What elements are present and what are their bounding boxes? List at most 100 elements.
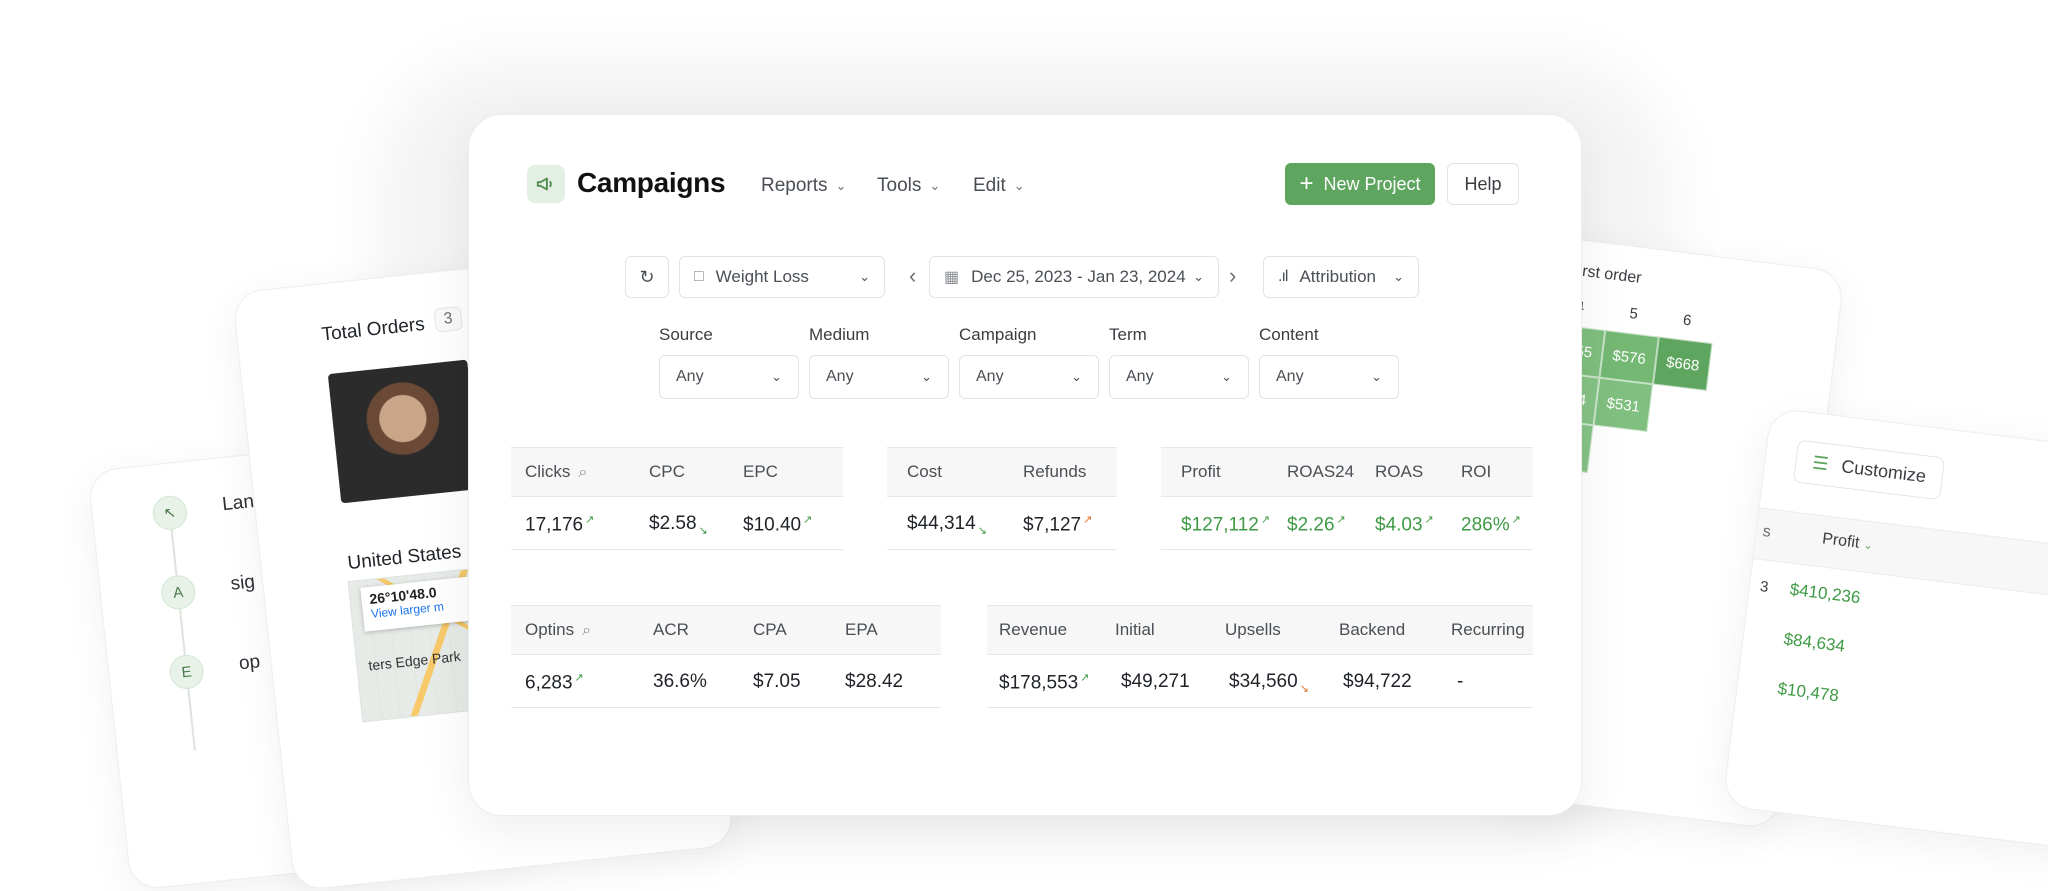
nav-label: Tools xyxy=(877,175,922,196)
profit-table-card: ☰ Customize s Profit ⌄ 3 $410,236 $84,63… xyxy=(1722,407,2048,855)
clicks-header[interactable]: Clicks ⌕ xyxy=(525,462,587,482)
columns-icon: ☰ xyxy=(1811,452,1830,475)
customer-photo xyxy=(327,359,481,504)
acr-value: 36.6% xyxy=(653,671,707,692)
campaign-select[interactable]: Any ⌄ xyxy=(959,355,1099,399)
next-range-button[interactable]: › xyxy=(1229,263,1236,289)
step-node-e: E xyxy=(167,653,206,691)
step-label: op xyxy=(237,651,262,675)
chevron-down-icon: ⌄ xyxy=(859,269,870,284)
profit-header: Profit xyxy=(1181,462,1221,481)
calendar-icon: □ xyxy=(694,268,704,285)
optin-metrics-group: Optins ⌕ ACR CPA EPA 6,283 ↗ 36.6% $7.05 $… xyxy=(511,605,941,708)
roas-value: $4.03 ↗ xyxy=(1375,514,1434,536)
chevron-down-icon: ⌄ xyxy=(771,369,782,384)
cost-value: $44,314 ↘ xyxy=(907,513,987,537)
refresh-button[interactable]: ↻ xyxy=(625,256,669,298)
nav-edit-menu[interactable]: Edit ⌄ xyxy=(973,175,1025,197)
project-select-value: Weight Loss xyxy=(715,267,809,286)
filter-value: Any xyxy=(676,368,704,385)
sort-chevron-icon: ⌄ xyxy=(1862,539,1874,553)
roas24-value: $2.26 ↗ xyxy=(1287,514,1346,536)
search-icon[interactable]: ⌕ xyxy=(578,464,587,481)
bar-chart-icon: .ıl xyxy=(1278,268,1289,285)
chevron-down-icon: ⌄ xyxy=(921,369,932,384)
backend-value: $94,722 xyxy=(1343,671,1412,692)
optins-value: 6,283 ↗ xyxy=(525,672,584,694)
filter-value: Any xyxy=(1126,368,1154,385)
initial-value: $49,271 xyxy=(1121,671,1190,692)
source-select[interactable]: Any ⌄ xyxy=(659,355,799,399)
optins-header[interactable]: Optins ⌕ xyxy=(525,620,591,640)
cost-metrics-group: Cost Refunds $44,314 ↘ $7,127 ↗ xyxy=(887,447,1117,550)
roas-header: ROAS xyxy=(1375,462,1424,481)
term-select[interactable]: Any ⌄ xyxy=(1109,355,1249,399)
profit-column-header[interactable]: Profit ⌄ xyxy=(1821,530,1874,554)
filter-label-content: Content xyxy=(1259,325,1319,344)
profit-value: $84,634 xyxy=(1782,629,1846,656)
revenue-metrics-group: Revenue Initial Upsells Backend Recurrin… xyxy=(987,605,1533,708)
calendar-icon: ▦ xyxy=(944,269,960,286)
filter-value: Any xyxy=(826,368,854,385)
trend-up-icon: ↗ xyxy=(1260,514,1271,526)
project-select[interactable]: □ Weight Loss ⌄ xyxy=(679,256,885,298)
initial-header: Initial xyxy=(1115,620,1155,639)
cpa-header: CPA xyxy=(753,620,787,639)
new-project-label: New Project xyxy=(1323,173,1421,194)
epa-value: $28.42 xyxy=(845,671,904,692)
heatmap-title: rst order xyxy=(1581,262,1643,288)
orders-title: Total Orders xyxy=(320,313,426,346)
traffic-metrics-group: Clicks ⌕ CPC EPC 17,176 ↗ $2.58 ↘ $10.40 ↗ xyxy=(511,447,843,550)
date-range-picker[interactable]: ▦ Dec 25, 2023 - Jan 23, 2024 ⌄ xyxy=(929,256,1219,298)
trend-down-icon: ↘ xyxy=(1299,682,1309,695)
trend-up-icon: ↗ xyxy=(1511,514,1521,526)
upsells-value: $34,560 ↘ xyxy=(1229,671,1309,695)
revenue-header: Revenue xyxy=(999,620,1068,639)
heatmap-cell: $576 xyxy=(1599,330,1659,385)
nav-reports-menu[interactable]: Reports ⌄ xyxy=(761,175,846,197)
heatmap-cell: $531 xyxy=(1593,377,1654,432)
chevron-down-icon: ⌄ xyxy=(835,178,847,193)
new-project-button[interactable]: + New Project xyxy=(1285,163,1435,205)
chevron-down-icon: ⌄ xyxy=(1371,369,1382,384)
heatmap-cell: $668 xyxy=(1653,336,1713,391)
medium-select[interactable]: Any ⌄ xyxy=(809,355,949,399)
acr-header: ACR xyxy=(653,620,689,639)
profit-value: $410,236 xyxy=(1788,579,1862,608)
epc-header: EPC xyxy=(743,462,778,481)
cost-header: Cost xyxy=(907,462,942,481)
nav-tools-menu[interactable]: Tools ⌄ xyxy=(877,175,940,197)
help-button[interactable]: Help xyxy=(1447,163,1519,205)
refresh-icon: ↻ xyxy=(639,266,655,287)
row-index: 3 xyxy=(1759,578,1770,596)
roi-value: 286% ↗ xyxy=(1461,514,1521,536)
cpc-value: $2.58 ↘ xyxy=(649,513,708,537)
nav-label: Edit xyxy=(973,175,1006,196)
step-node-a: A xyxy=(159,573,197,612)
roas24-header: ROAS24 xyxy=(1287,462,1355,481)
profit-header-label: Profit xyxy=(1821,530,1861,552)
epc-value: $10.40 ↗ xyxy=(743,514,813,536)
customize-button[interactable]: ☰ Customize xyxy=(1792,439,1946,501)
refunds-header: Refunds xyxy=(1023,462,1087,481)
trend-down-icon: ↘ xyxy=(698,524,708,537)
refunds-value: $7,127 ↗ xyxy=(1023,514,1093,536)
column-header: 6 xyxy=(1682,311,1693,330)
previous-range-button[interactable]: ‹ xyxy=(909,263,916,289)
chevron-down-icon: ⌄ xyxy=(1221,369,1232,384)
cursor-icon: ↖ xyxy=(151,494,189,532)
content-select[interactable]: Any ⌄ xyxy=(1259,355,1399,399)
recurring-header: Recurring xyxy=(1451,620,1525,639)
filter-label-source: Source xyxy=(659,325,713,344)
revenue-value: $178,553 ↗ xyxy=(999,672,1090,694)
cpa-value: $7.05 xyxy=(753,671,801,692)
filter-value: Any xyxy=(976,368,1004,385)
filter-label-campaign: Campaign xyxy=(959,325,1037,344)
search-icon[interactable]: ⌕ xyxy=(582,622,591,639)
attribution-select[interactable]: .ıl Attribution ⌄ xyxy=(1263,256,1419,298)
chevron-down-icon: ⌄ xyxy=(1393,269,1404,284)
chevron-down-icon: ⌄ xyxy=(1013,178,1025,193)
filter-label-term: Term xyxy=(1109,325,1147,344)
attribution-label: Attribution xyxy=(1299,267,1376,286)
profit-metrics-group: Profit ROAS24 ROAS ROI $127,112 ↗ $2.26 ↗ … xyxy=(1161,447,1533,550)
